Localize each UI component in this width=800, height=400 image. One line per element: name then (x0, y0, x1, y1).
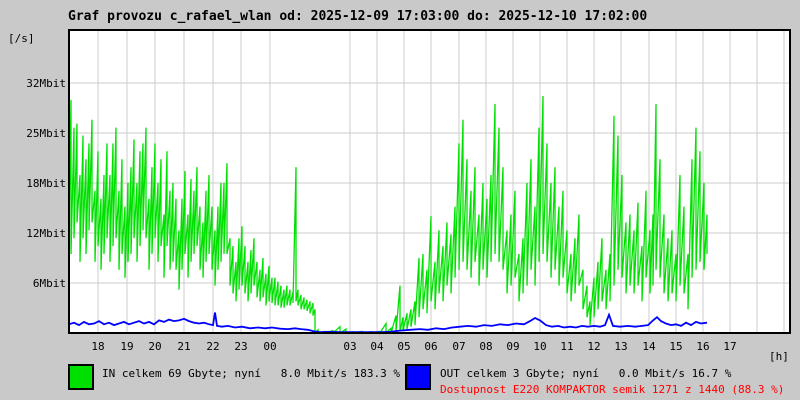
out-legend-swatch (405, 364, 431, 390)
x-tick-label: 22 (206, 340, 219, 353)
in-legend-swatch (68, 364, 94, 390)
availability-label: Dostupnost E220 KOMPAKTOR semik 1271 z 1… (440, 383, 785, 396)
x-tick-label: 15 (669, 340, 682, 353)
x-tick-label: 19 (120, 340, 133, 353)
x-tick-label: 14 (642, 340, 656, 353)
x-tick-label: 21 (177, 340, 190, 353)
x-tick-label: 13 (614, 340, 627, 353)
x-tick-label: 17 (723, 340, 736, 353)
traffic-graph-page: { "page_bg": "#c9c9c9", "title": "Graf p… (0, 0, 800, 400)
x-tick-label: 05 (397, 340, 410, 353)
x-tick-label: 12 (587, 340, 600, 353)
y-tick-label: 12Mbit (26, 227, 66, 240)
x-tick-label: 18 (91, 340, 104, 353)
x-tick-label: 23 (234, 340, 247, 353)
x-tick-label: 03 (343, 340, 356, 353)
x-tick-label: 10 (533, 340, 546, 353)
x-tick-label: 06 (424, 340, 437, 353)
x-tick-label: 00 (263, 340, 276, 353)
y-tick-label: 18Mbit (26, 177, 66, 190)
x-tick-label: 16 (696, 340, 709, 353)
y-tick-label: 32Mbit (26, 77, 66, 90)
traffic-chart: 32Mbit 25Mbit 18Mbit 12Mbit 6Mbit 18 19 20 21 22 2… (26, 29, 791, 353)
x-tick-label: 11 (560, 340, 573, 353)
y-tick-label: 25Mbit (26, 127, 66, 140)
x-tick-label: 07 (452, 340, 465, 353)
x-axis-unit-label: [h] (769, 350, 789, 363)
x-tick-label: 20 (148, 340, 161, 353)
in-legend-label: IN celkem 69 Gbyte; nyní 8.0 Mbit/s 183.… (102, 367, 401, 380)
out-legend-label: OUT celkem 3 Gbyte; nyní 0.0 Mbit/s 16.7… (440, 367, 732, 380)
x-tick-label: 04 (370, 340, 384, 353)
x-tick-label: 08 (479, 340, 492, 353)
y-tick-label: 6Mbit (33, 277, 66, 290)
plot-background (69, 30, 790, 333)
x-tick-label: 09 (506, 340, 519, 353)
